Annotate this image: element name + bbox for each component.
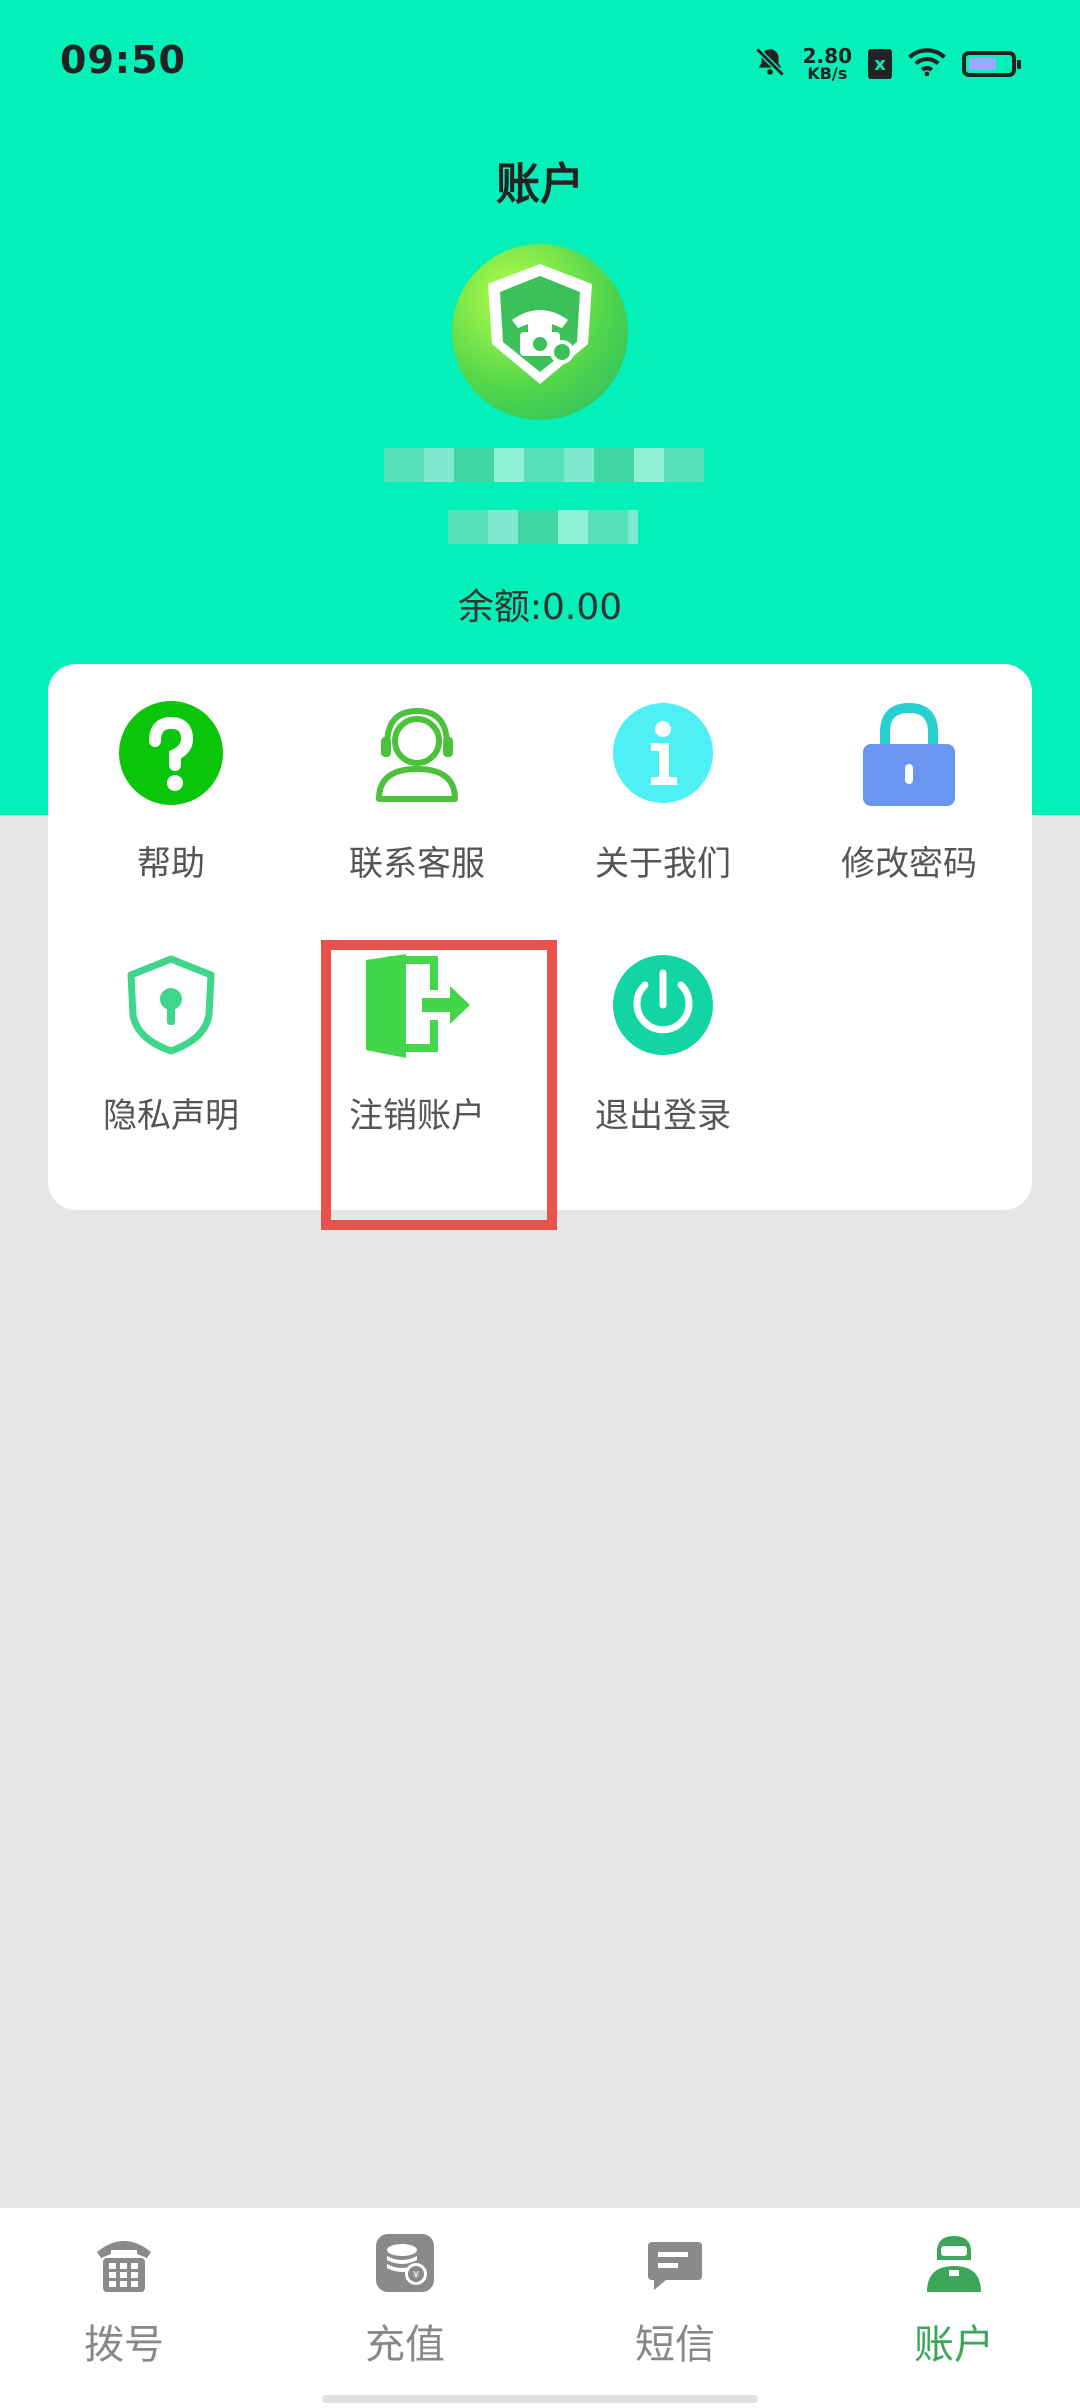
nav-label: 充值 — [365, 2322, 445, 2368]
recharge-coins-icon: ¥ — [376, 2234, 434, 2292]
sms-icon — [648, 2242, 702, 2290]
nav-item-dial[interactable]: 拨号 — [24, 2232, 224, 2382]
menu-item-label: 退出登录 — [595, 1096, 731, 1136]
avatar[interactable] — [452, 244, 628, 420]
username-blurred — [384, 448, 704, 482]
menu-item-label: 关于我们 — [595, 844, 731, 884]
help-icon — [119, 701, 223, 805]
info-icon — [613, 703, 713, 803]
menu-item-label: 隐私声明 — [103, 1096, 239, 1136]
menu-item-change-password[interactable]: 修改密码 — [786, 664, 1032, 884]
privacy-shield-icon — [127, 955, 215, 1055]
home-indicator[interactable] — [322, 2395, 758, 2403]
net-speed-value: 2.80 — [802, 44, 852, 68]
menu-item-logout[interactable]: 退出登录 — [540, 916, 786, 1136]
account-icon — [927, 2236, 981, 2292]
wifi-icon — [908, 47, 946, 81]
nav-label: 拨号 — [84, 2322, 164, 2368]
net-speed: 2.80 KB/s — [803, 46, 852, 82]
status-icons: 2.80 KB/s x — [753, 40, 1021, 88]
battery-icon — [962, 51, 1021, 77]
nav-label: 账户 — [914, 2322, 994, 2368]
menu-item-label: 帮助 — [137, 844, 205, 884]
net-speed-unit: KB/s — [807, 64, 848, 83]
status-time: 09:50 — [60, 38, 186, 82]
menu-item-label: 联系客服 — [349, 844, 485, 884]
page-title: 账户 — [496, 159, 584, 210]
nav-item-account[interactable]: 账户 — [854, 2232, 1054, 2382]
svg-text:¥: ¥ — [413, 2270, 419, 2281]
bottom-nav: 拨号 ¥ 充值 短信 账户 — [0, 2208, 1080, 2408]
battery-fill — [969, 58, 996, 70]
bell-off-icon — [753, 45, 787, 83]
dial-phone-icon — [97, 2241, 151, 2292]
nav-item-sms[interactable]: 短信 — [575, 2232, 775, 2382]
menu-item-privacy[interactable]: 隐私声明 — [48, 916, 294, 1136]
balance-value: 0.00 — [541, 587, 623, 628]
menu-item-customer-service[interactable]: 联系客服 — [294, 664, 540, 884]
menu-item-help[interactable]: 帮助 — [48, 664, 294, 884]
phone-shield-icon — [488, 264, 592, 384]
nav-item-recharge[interactable]: ¥ 充值 — [305, 2232, 505, 2382]
balance: 余额:0.00 — [0, 578, 1080, 630]
menu-item-about[interactable]: 关于我们 — [540, 664, 786, 884]
menu-item-label: 修改密码 — [841, 844, 977, 884]
highlight-box — [321, 940, 557, 1230]
balance-label: 余额: — [457, 587, 542, 628]
phone-blurred — [448, 510, 638, 544]
customer-service-icon — [376, 707, 458, 802]
lock-icon — [863, 702, 955, 806]
sim-x-icon: x — [868, 49, 892, 79]
power-icon — [613, 955, 713, 1055]
nav-label: 短信 — [635, 2322, 715, 2368]
